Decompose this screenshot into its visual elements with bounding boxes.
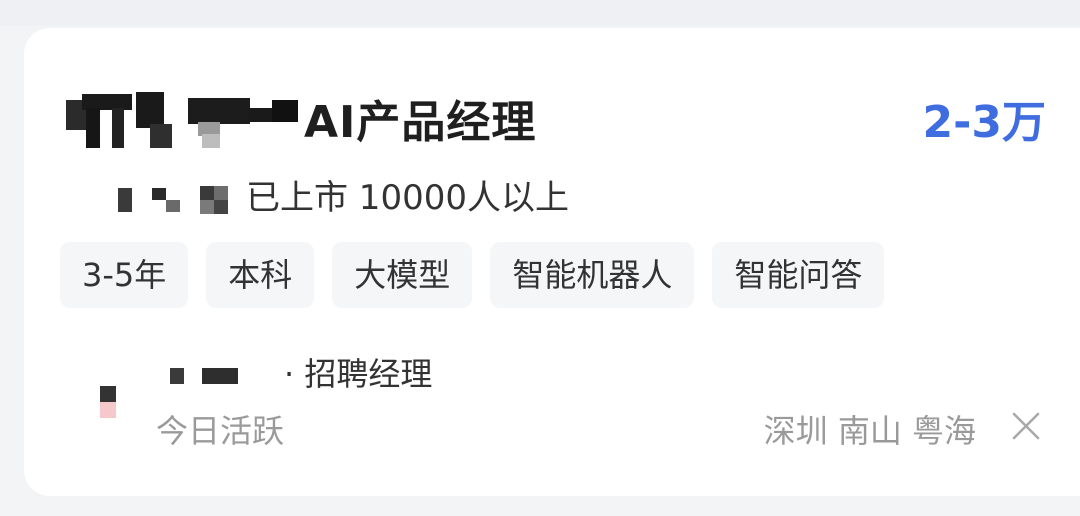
close-icon: [1012, 412, 1040, 440]
company-info: 已上市 10000人以上: [246, 177, 569, 218]
recruiter-row: · 招聘经理: [164, 348, 432, 396]
tag-large-model: 大模型: [332, 242, 473, 308]
job-title: AI产品经理: [304, 97, 537, 148]
company-info-row: 已上市 10000人以上: [110, 166, 569, 222]
job-title-row[interactable]: AI产品经理: [64, 84, 536, 152]
avatar[interactable]: [96, 382, 122, 422]
job-tags: 3-5年 本科 大模型 智能机器人 智能问答: [60, 242, 885, 308]
tag-experience: 3-5年: [60, 242, 189, 308]
close-button[interactable]: [1010, 410, 1042, 442]
recruiter-name-mosaic: [164, 348, 284, 396]
top-strip: [0, 0, 1080, 26]
job-location: 深圳 南山 粤海: [763, 412, 976, 450]
active-status: 今日活跃: [156, 412, 285, 450]
company-logo-mosaic: [110, 166, 246, 222]
tag-intelligent-robot: 智能机器人: [490, 242, 695, 308]
tag-education: 本科: [206, 242, 315, 308]
company-name-mosaic: [64, 84, 304, 152]
tag-intelligent-qa: 智能问答: [712, 242, 885, 308]
recruiter-title: · 招聘经理: [284, 355, 433, 393]
salary: 2-3万: [922, 97, 1047, 148]
